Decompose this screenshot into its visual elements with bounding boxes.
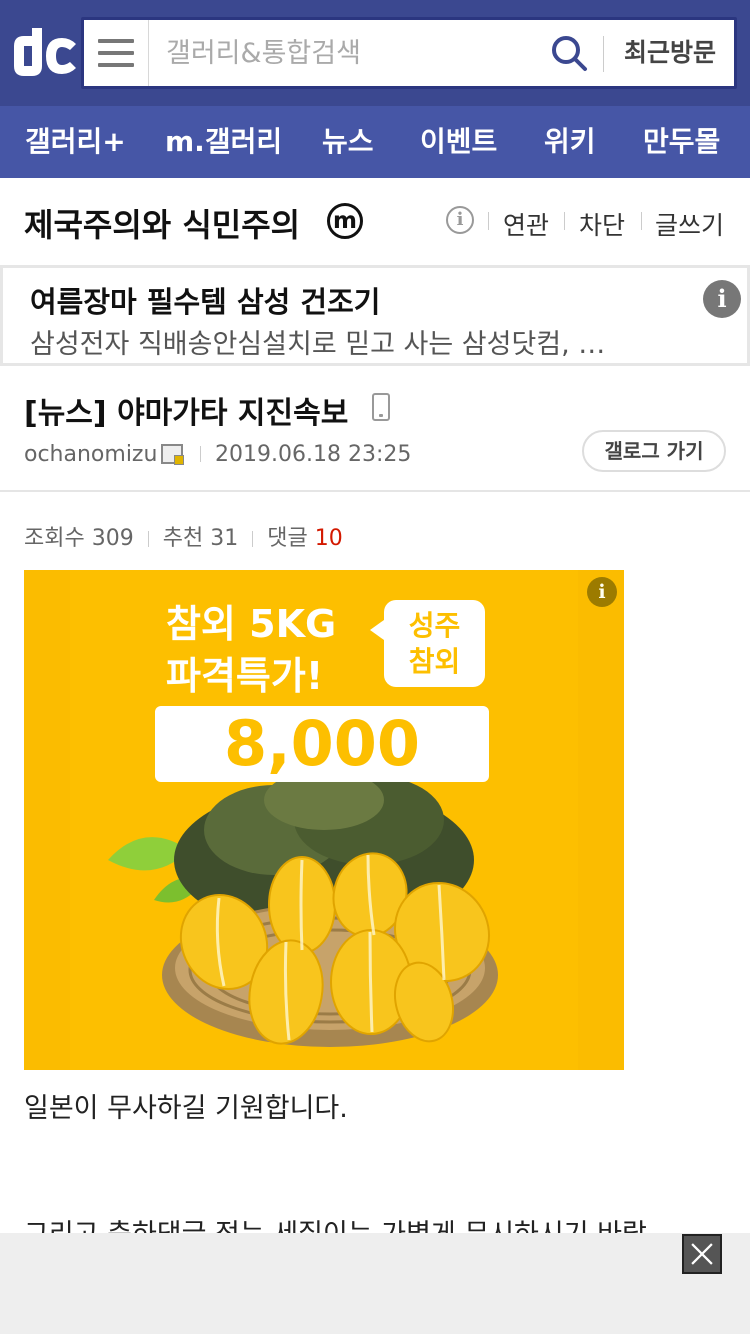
hamburger-icon-line	[98, 51, 134, 55]
divider	[641, 212, 642, 230]
hamburger-icon-line	[98, 63, 134, 67]
top-header: 최근방문	[0, 0, 750, 106]
related-link[interactable]: 연관	[503, 206, 549, 242]
text-ad[interactable]: 여름장마 필수템 삼성 건조기 삼성전자 직배송안심설치로 믿고 사는 삼성닷컴…	[0, 265, 750, 366]
divider	[147, 531, 149, 547]
post-header: [뉴스] 야마가타 지진속보 ochanomizu 2019.06.18 23:…	[0, 366, 750, 492]
post-author[interactable]: ochanomizu	[24, 442, 157, 467]
banner-bubble-line: 성주	[408, 609, 461, 642]
banner-bubble-line: 참외	[408, 645, 461, 678]
main-nav: 갤러리+ m.갤러리 뉴스 이벤트 위키 만두몰	[0, 106, 750, 178]
post-title: [뉴스] 야마가타 지진속보	[24, 396, 349, 431]
close-icon[interactable]	[682, 1234, 722, 1274]
recommend-count: 31	[210, 526, 239, 551]
recommend-label: 추천	[162, 526, 204, 551]
post-stats: 조회수 309 추천 31 댓글 10	[24, 520, 343, 551]
comments-label: 댓글	[267, 526, 308, 551]
banner-headline: 참외 5KG 파격특가!	[166, 598, 336, 702]
divider	[252, 531, 254, 547]
views-label: 조회수	[24, 526, 85, 551]
banner-bubble: 성주 참외	[370, 600, 485, 687]
divider	[603, 36, 604, 72]
divider	[564, 212, 565, 230]
gallery-title-bar: 제국주의와 식민주의 m i 연관 차단 글쓰기	[0, 178, 750, 266]
mobile-icon	[372, 393, 390, 421]
bottom-ad-overlay[interactable]	[0, 1233, 750, 1334]
ad-description[interactable]: 삼성전자 직배송안심설치로 믿고 사는 삼성닷컴, …	[30, 322, 605, 361]
nav-item-wiki[interactable]: 위키	[544, 106, 596, 178]
nav-item-minor-gallery[interactable]: m.갤러리	[165, 106, 282, 178]
divider	[200, 446, 201, 462]
dc-logo[interactable]	[10, 26, 78, 80]
recent-visit-button[interactable]: 최근방문	[606, 20, 734, 86]
post-body-line: 일본이 무사하길 기원합니다.	[24, 1093, 348, 1124]
banner-headline-line: 참외 5KG	[166, 602, 337, 646]
banner-info-icon[interactable]: i	[587, 577, 617, 607]
comments-count[interactable]: 10	[315, 526, 343, 551]
divider	[488, 212, 489, 230]
ad-info-icon[interactable]: i	[703, 280, 741, 318]
nav-item-gallery-plus[interactable]: 갤러리+	[25, 106, 126, 178]
nav-item-news[interactable]: 뉴스	[322, 106, 374, 178]
search-box: 최근방문	[81, 17, 737, 89]
views-count: 309	[91, 526, 134, 551]
nav-item-mall[interactable]: 만두몰	[643, 106, 720, 178]
info-icon[interactable]: i	[446, 206, 474, 234]
block-link[interactable]: 차단	[579, 206, 625, 242]
search-icon[interactable]	[550, 34, 588, 72]
gallery-title[interactable]: 제국주의와 식민주의	[24, 200, 300, 246]
post-date: 2019.06.18 23:25	[215, 442, 412, 467]
banner-headline-line: 파격특가!	[166, 654, 324, 698]
write-link[interactable]: 글쓰기	[655, 206, 724, 242]
fixed-nick-icon	[161, 444, 184, 465]
banner-ad[interactable]: 참외 5KG 파격특가! 성주 참외 8,000 i	[24, 570, 624, 1070]
minor-gallery-badge: m	[327, 203, 363, 239]
nav-item-event[interactable]: 이벤트	[420, 106, 497, 178]
search-input[interactable]	[150, 20, 530, 86]
banner-price: 8,000	[155, 706, 489, 782]
hamburger-icon	[98, 39, 134, 43]
ad-title[interactable]: 여름장마 필수템 삼성 건조기	[30, 279, 380, 321]
menu-button[interactable]	[84, 20, 149, 86]
galog-button[interactable]: 갤로그 가기	[582, 430, 726, 472]
